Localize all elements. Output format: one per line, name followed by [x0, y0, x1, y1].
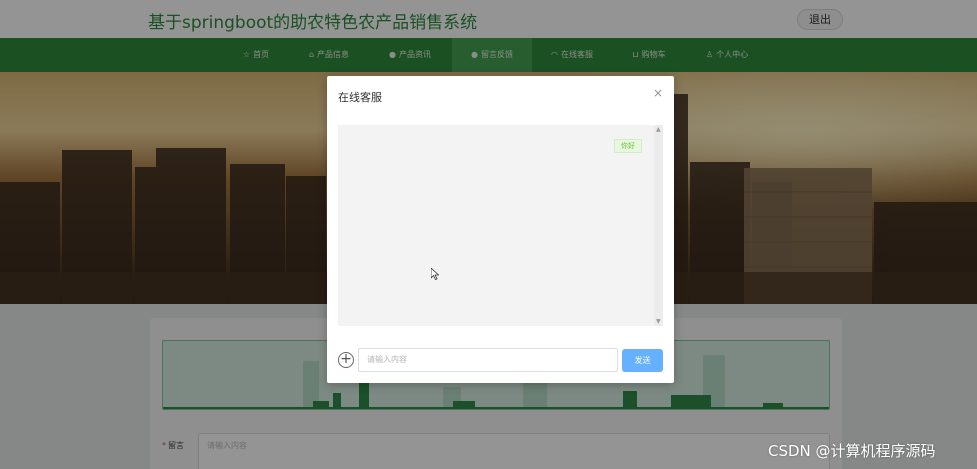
dialog-title: 在线客服	[338, 91, 382, 104]
chat-message-area[interactable]: 你好 ▲ ▼	[338, 125, 663, 326]
chat-input[interactable]: 请输入内容	[358, 348, 618, 372]
chat-bubble: 你好	[614, 139, 642, 153]
online-service-dialog: 在线客服 × 你好 ▲ ▼ + 请输入内容 发送	[327, 76, 674, 383]
scroll-up-icon[interactable]: ▲	[656, 126, 661, 133]
mouse-cursor-icon	[430, 265, 440, 284]
chat-scrollbar[interactable]: ▲ ▼	[654, 125, 663, 326]
add-attachment-icon[interactable]: +	[338, 352, 354, 368]
send-button[interactable]: 发送	[622, 349, 663, 372]
watermark: CSDN @计算机程序源码	[768, 442, 936, 460]
close-icon[interactable]: ×	[653, 86, 663, 100]
scroll-down-icon[interactable]: ▼	[656, 318, 661, 325]
